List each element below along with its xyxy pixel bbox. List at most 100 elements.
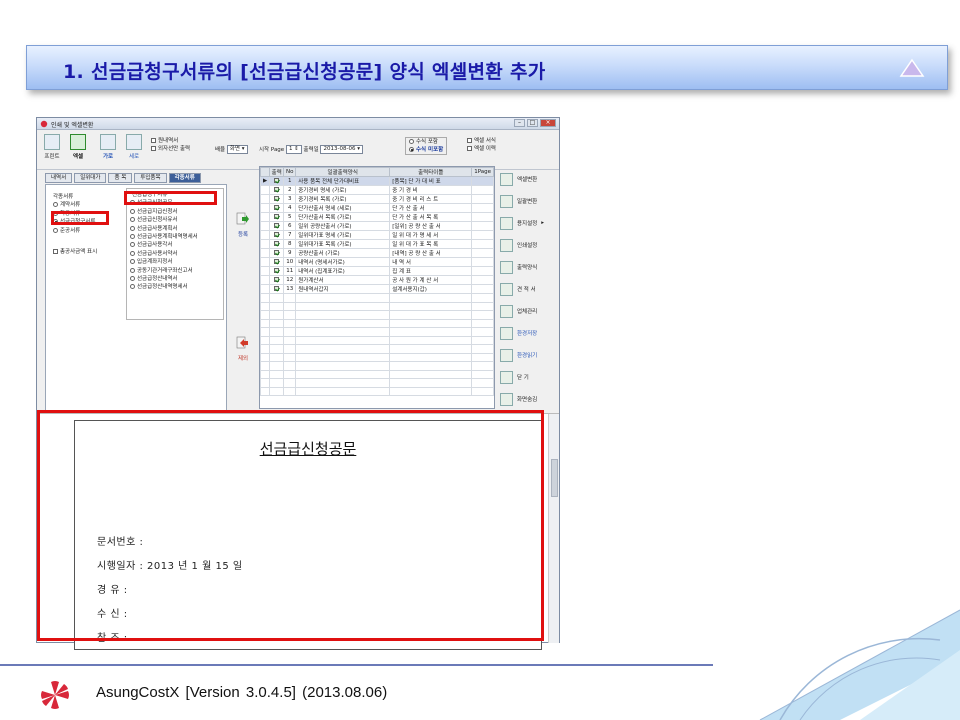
checkbox-excel-format[interactable]: 엑셀 서식 xyxy=(467,137,496,145)
col-output-title[interactable]: 출력타이틀 xyxy=(389,167,473,177)
row-indicator xyxy=(260,230,271,240)
print-checkbox[interactable] xyxy=(274,258,280,264)
col-no[interactable]: No xyxy=(283,167,297,177)
radio-doc-item[interactable]: 선금급정산내역명세서 xyxy=(130,283,220,291)
print-button[interactable]: 프린트 xyxy=(41,134,63,168)
paper-settings-button[interactable]: 용지설정 ▸ xyxy=(497,212,555,234)
radio-doc-item[interactable]: 선금급사용각서 xyxy=(130,241,220,249)
print-cell[interactable] xyxy=(269,212,285,222)
table-row[interactable]: 10 내역서 (명세서가로) 내 역 서 xyxy=(260,257,494,267)
radio-doc-item[interactable]: 선금급사용계획내역명세서 xyxy=(130,233,220,241)
minimize-button[interactable]: – xyxy=(514,119,525,127)
radio-contract-docs[interactable]: 계약서류 xyxy=(53,201,95,209)
date-select[interactable]: 2013-08-06 ▾ xyxy=(320,145,363,154)
radio-doc-item[interactable]: 선금급사용서약서 xyxy=(130,250,220,258)
triangle-up-icon[interactable] xyxy=(899,56,925,80)
radio-doc-item[interactable]: 공동기관거래구좌신고서 xyxy=(130,267,220,275)
batch-convert-button[interactable]: 일괄변환 xyxy=(497,190,555,212)
radio-doc-item[interactable]: 입금계좌지정서 xyxy=(130,258,220,266)
load-settings-button[interactable]: 환경읽기 xyxy=(497,344,555,366)
tab-input-items[interactable]: 투입품목 xyxy=(134,173,167,183)
radio-formula-exclude[interactable]: 수식 미포함 xyxy=(409,146,443,154)
print-cell[interactable] xyxy=(269,176,285,186)
zoom-select[interactable]: 화면 ▾ xyxy=(226,145,248,154)
print-cell[interactable] xyxy=(269,284,285,294)
landscape-button[interactable]: 가로 xyxy=(97,134,119,168)
print-checkbox[interactable] xyxy=(274,213,280,219)
print-cell[interactable] xyxy=(269,230,285,240)
print-cell[interactable] xyxy=(269,221,285,231)
print-checkbox[interactable] xyxy=(274,267,280,273)
door-icon xyxy=(500,370,513,384)
col-1page[interactable]: 1Page xyxy=(471,167,494,177)
table-row[interactable]: 7 일위대가표 명세 (가로) 일 위 대 가 명 세 서 xyxy=(260,230,494,240)
print-checkbox[interactable] xyxy=(274,276,280,282)
table-row[interactable]: 9 공량산출서 (가로) [내역] 공 량 산 출 서 xyxy=(260,248,494,258)
radio-doc-item[interactable]: 선금급신청사유서 xyxy=(130,216,220,224)
estimate-button[interactable]: 견 적 서 xyxy=(497,278,555,300)
advance-docs-group: 선금급청구서류 선금급신청공문 선금급지급신청서 선금급신청사유서 선금급사용계… xyxy=(126,188,224,320)
table-row[interactable]: 8 일위대가표 목록 (가로) 일 위 대 가 표 목 록 xyxy=(260,239,494,249)
radio-doc-item[interactable]: 선금급정산내역서 xyxy=(130,275,220,283)
radio-completion-docs[interactable]: 준공서류 xyxy=(53,227,95,235)
maximize-button[interactable]: □ xyxy=(527,119,538,127)
print-checkbox[interactable] xyxy=(274,204,280,210)
checkbox-excel-history[interactable]: 엑셀 이력 xyxy=(467,145,496,153)
print-checkbox[interactable] xyxy=(274,240,280,246)
radio-formula-include[interactable]: 수식 포함 xyxy=(409,138,443,146)
close-window-button[interactable]: 닫 기 xyxy=(497,366,555,388)
print-settings-button[interactable]: 인쇄설정 xyxy=(497,234,555,256)
checkbox-total-amount[interactable]: 총공사금액 표시 xyxy=(53,247,97,255)
col-form[interactable]: 일괄출력양식 xyxy=(295,167,391,177)
excel-button[interactable]: 엑셀 xyxy=(67,134,89,168)
tab-items[interactable]: 품 목 xyxy=(108,173,133,183)
empty-row xyxy=(260,301,494,311)
output-form-button[interactable]: 출력양식 xyxy=(497,256,555,278)
start-page-stepper[interactable]: 1 ⇕ xyxy=(285,145,302,154)
table-row[interactable]: 2 중기경비 명세 (가로) 중 기 경 비 xyxy=(260,185,494,195)
output-title: 공 사 원 가 계 산 서 xyxy=(389,275,473,285)
remove-button[interactable]: 제외 xyxy=(233,336,253,362)
table-row[interactable]: 3 중기경비 목록 (가로) 중 기 경 비 리 스 트 xyxy=(260,194,494,204)
print-checkbox[interactable] xyxy=(274,249,280,255)
company-manage-button[interactable]: 업체관리 xyxy=(497,300,555,322)
col-print[interactable]: 출력 xyxy=(269,167,285,177)
print-checkbox[interactable] xyxy=(274,285,280,291)
table-row[interactable]: 6 일위 공량산출서 (가로) [일위] 공 량 산 출 서 xyxy=(260,221,494,231)
print-checkbox[interactable] xyxy=(274,222,280,228)
table-row[interactable]: ▶ 1 사용 품목 전체 단가대비표 [품목] 단 가 대 비 표 xyxy=(260,176,494,186)
print-cell[interactable] xyxy=(269,239,285,249)
table-row[interactable]: 13 원내역서갑지 설계서용지(갑) xyxy=(260,284,494,294)
print-checkbox[interactable] xyxy=(274,231,280,237)
table-row[interactable]: 5 단가산출서 목록 (가로) 단 가 산 출 서 목 록 xyxy=(260,212,494,222)
register-button[interactable]: 등록 xyxy=(233,212,253,238)
print-checkbox[interactable] xyxy=(274,195,280,201)
print-cell[interactable] xyxy=(269,194,285,204)
print-cell[interactable] xyxy=(269,257,285,267)
print-cell[interactable] xyxy=(269,275,285,285)
print-checkbox[interactable] xyxy=(274,177,280,183)
row-indicator xyxy=(260,212,271,222)
table-row[interactable]: 11 내역서 (집계표가로) 집 계 표 xyxy=(260,266,494,276)
checkbox-foreign-only[interactable]: 외자선만 출력 xyxy=(151,145,190,153)
checkbox-original-statement[interactable]: 원내역서 xyxy=(151,137,190,145)
close-button[interactable]: × xyxy=(540,119,556,127)
table-row[interactable]: 4 단가산출서 명세 (세로) 단 가 산 출 서 xyxy=(260,203,494,213)
preview-scrollbar[interactable] xyxy=(548,414,559,643)
hide-screen-button[interactable]: 화면숨김 xyxy=(497,388,555,410)
table-row[interactable]: 12 원가계산서 공 사 원 가 계 산 서 xyxy=(260,275,494,285)
portrait-button[interactable]: 세로 xyxy=(123,134,145,168)
tab-unit-price[interactable]: 일위대가 xyxy=(74,173,107,183)
excel-convert-button[interactable]: 엑셀변환 xyxy=(497,168,555,190)
print-checkbox[interactable] xyxy=(274,186,280,192)
tab-statement[interactable]: 내역서 xyxy=(45,173,73,183)
form-icon xyxy=(500,260,513,274)
save-settings-button[interactable]: 환경저장 xyxy=(497,322,555,344)
tab-documents[interactable]: 각종서류 xyxy=(168,173,201,183)
print-cell[interactable] xyxy=(269,266,285,276)
print-cell[interactable] xyxy=(269,248,285,258)
radio-doc-item[interactable]: 선금급지급신청서 xyxy=(130,208,220,216)
print-cell[interactable] xyxy=(269,203,285,213)
print-cell[interactable] xyxy=(269,185,285,195)
radio-doc-item[interactable]: 선금급사용계획서 xyxy=(130,225,220,233)
